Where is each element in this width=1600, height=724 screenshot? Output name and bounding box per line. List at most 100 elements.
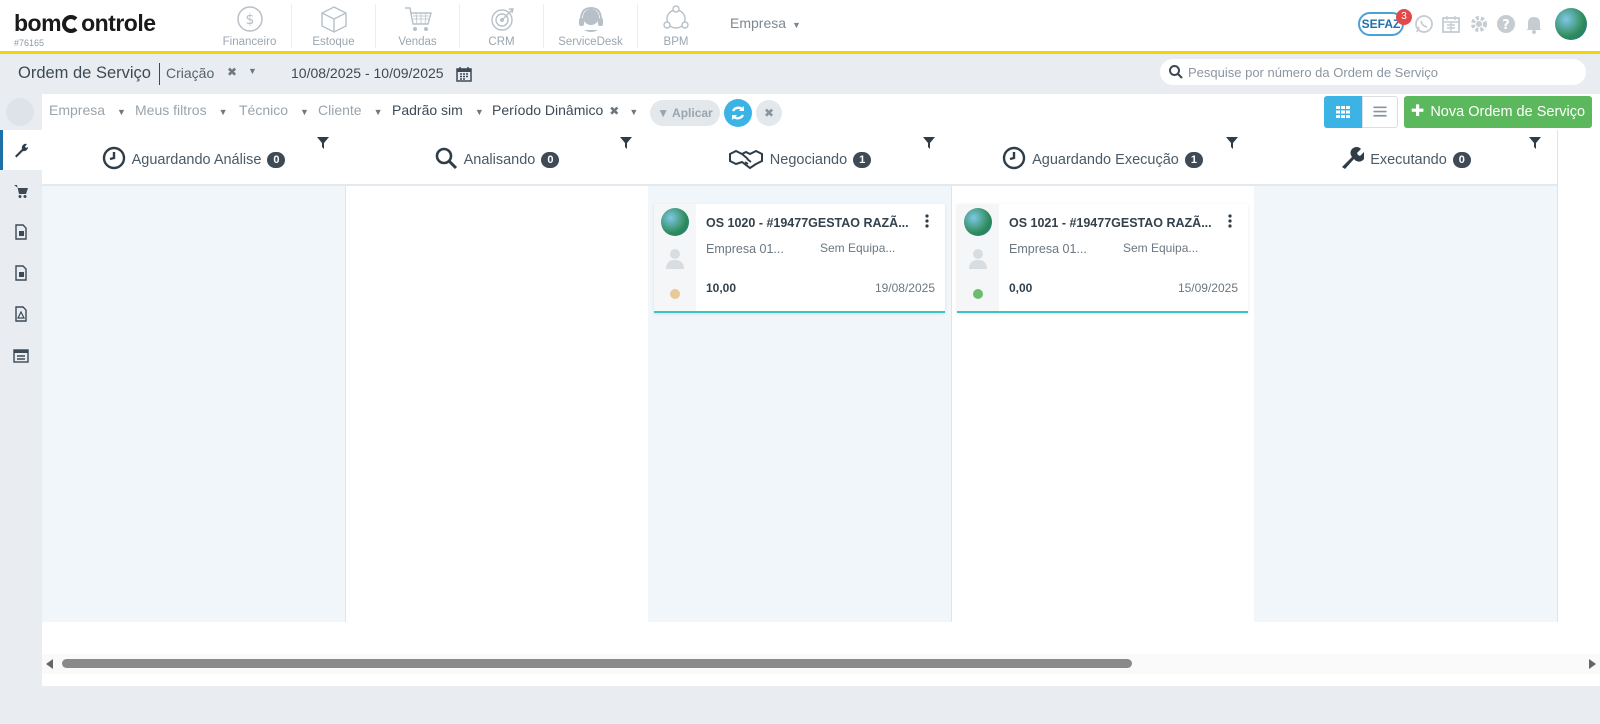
company-selector[interactable]: Empresa ▼ (730, 15, 801, 31)
wrench-icon (1342, 146, 1366, 169)
kanban-view-button[interactable] (1324, 96, 1362, 128)
gear-icon[interactable] (1469, 14, 1489, 34)
module-crm[interactable]: CRM (460, 4, 544, 48)
module-bpm[interactable]: BPM (634, 4, 718, 48)
user-icon (666, 249, 684, 269)
card-date: 15/09/2025 (1177, 281, 1238, 295)
user-avatar[interactable] (1555, 8, 1587, 40)
calendar-icon[interactable] (456, 66, 472, 82)
filter-cliente[interactable]: Cliente ▼ (318, 102, 383, 118)
whatsapp-icon[interactable] (1414, 14, 1434, 34)
bell-icon[interactable] (1524, 14, 1544, 34)
plus-icon: ✚ (1410, 103, 1425, 120)
card-value: 10,00 (706, 281, 737, 295)
more-vertical-icon[interactable] (1228, 214, 1232, 228)
filter-icon[interactable] (1529, 137, 1541, 149)
grid-icon (1336, 106, 1350, 118)
filter-meus-filtros[interactable]: Meus filtros ▼ (135, 102, 228, 118)
status-dot (670, 289, 680, 299)
column-title: Aguardando Análise (131, 152, 262, 168)
column-title: Executando (1370, 152, 1447, 168)
account-id: #76165 (14, 38, 45, 48)
cart-icon (404, 7, 432, 31)
column-header: Negociando 1 (648, 130, 951, 186)
side-navigation (0, 130, 42, 724)
clock-icon (1002, 146, 1026, 170)
box-icon (320, 6, 347, 33)
chevron-down-icon: ▼ (300, 107, 309, 117)
column-count-badge: 0 (1452, 152, 1471, 168)
refresh-button[interactable] (724, 99, 752, 127)
filter-icon[interactable] (317, 137, 329, 149)
sidebar-item-pdf[interactable] (0, 294, 42, 334)
top-navigation: bom ontrole #76165 $ Financeiro Estoque V… (0, 0, 1600, 54)
scroll-left-icon[interactable] (46, 659, 53, 669)
filter-empresa[interactable]: Empresa ▼ (49, 102, 126, 118)
list-view-button[interactable] (1362, 96, 1398, 128)
user-icon (969, 249, 987, 269)
filter-icon[interactable] (620, 137, 632, 149)
date-type-select[interactable]: Criação (166, 65, 214, 81)
horizontal-scrollbar[interactable] (42, 654, 1600, 674)
client-avatar (964, 208, 992, 236)
list-icon (1373, 106, 1387, 117)
service-order-card[interactable]: OS 1021 - #19477GESTAO RAZÃ... Empresa 0… (957, 204, 1248, 313)
status-dot (973, 289, 983, 299)
search-input[interactable] (1188, 62, 1578, 82)
calendar-icon[interactable] (1441, 14, 1461, 34)
clear-date-type-icon[interactable]: ✖ (227, 65, 237, 79)
module-vendas[interactable]: Vendas (376, 4, 460, 48)
card-value: 0,00 (1009, 281, 1033, 295)
column-title: Aguardando Execução (1032, 152, 1179, 168)
module-servicedesk[interactable]: ServiceDesk (544, 4, 638, 48)
brand-logo[interactable]: bom ontrole (14, 10, 156, 37)
dollar-circle-icon: $ (236, 6, 263, 32)
pdf-file-icon (15, 306, 27, 322)
filter-icon[interactable] (923, 137, 935, 149)
more-vertical-icon[interactable] (925, 214, 929, 228)
scrollbar-thumb[interactable] (62, 659, 1132, 668)
date-range-field[interactable]: 10/08/2025 - 10/09/2025 (291, 65, 444, 81)
card-title: OS 1021 - #19477GESTAO RAZÃ... (1009, 216, 1212, 230)
sidebar-item-calendar[interactable] (0, 335, 42, 375)
help-icon[interactable]: ? (1496, 14, 1516, 34)
headset-icon (578, 6, 603, 32)
svg-text:$: $ (245, 12, 254, 28)
kanban-column: Aguardando Análise 0 (42, 130, 346, 622)
filter-padrao[interactable]: Padrão sim ▼ (392, 102, 484, 118)
module-label: CRM (488, 36, 515, 48)
column-count-badge: 0 (267, 152, 286, 168)
module-label: Vendas (398, 36, 437, 48)
column-header: Aguardando Execução 1 (951, 130, 1254, 186)
scroll-right-icon[interactable] (1589, 659, 1596, 669)
kanban-column: Analisando 0 (345, 130, 649, 622)
filter-bar: Empresa ▼ Meus filtros ▼ Técnico ▼ Cliente ▼… (42, 94, 1600, 130)
kanban-column: Aguardando Execução 1 OS 1021 - #19477GE… (951, 130, 1255, 622)
card-company: Empresa 01... (706, 242, 784, 256)
column-count-badge: 0 (541, 152, 560, 168)
sidebar-item-purchases[interactable] (0, 171, 42, 211)
filter-icon: ▼ (657, 106, 670, 120)
module-financeiro[interactable]: $ Financeiro (208, 4, 292, 48)
service-order-card[interactable]: OS 1020 - #19477GESTAO RAZÃ... Empresa 0… (654, 204, 945, 313)
kanban-column: Negociando 1 OS 1020 - #19477GESTAO RAZÃ… (648, 130, 952, 622)
sidebar-item-invoices[interactable] (0, 212, 42, 252)
sidebar-item-service-orders[interactable] (0, 130, 42, 170)
chevron-down-icon[interactable]: ▼ (248, 66, 257, 76)
module-estoque[interactable]: Estoque (292, 4, 376, 48)
sidebar-item-documents[interactable] (0, 253, 42, 293)
title-divider (159, 63, 160, 85)
column-header: Executando 0 (1254, 130, 1557, 186)
column-count-badge: 1 (1184, 152, 1203, 168)
back-button[interactable] (6, 98, 34, 126)
card-company: Empresa 01... (1009, 242, 1087, 256)
filter-periodo[interactable]: Período Dinâmico ✖ ▼ (492, 102, 638, 118)
filter-tecnico[interactable]: Técnico ▼ (239, 102, 309, 118)
clock-icon (102, 146, 125, 170)
filter-icon[interactable] (1226, 137, 1238, 149)
refresh-icon (731, 106, 745, 120)
chevron-down-icon: ▼ (373, 107, 383, 117)
apply-filters-button[interactable]: ▼ Aplicar (650, 100, 720, 126)
new-service-order-button[interactable]: ✚ Nova Ordem de Serviço (1404, 96, 1592, 128)
clear-filters-button[interactable]: ✖ (756, 100, 782, 126)
